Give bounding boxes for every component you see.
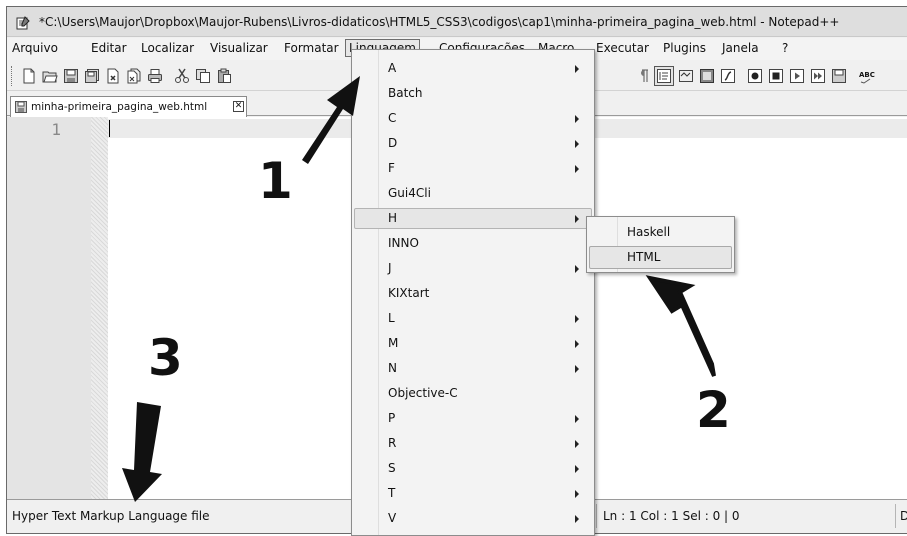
callout-number-2: 2 [696, 381, 731, 439]
callout-arrow-2 [645, 275, 716, 377]
callout-arrow-3 [122, 402, 162, 502]
callout-arrow-1 [302, 76, 360, 164]
annotation-arrows [122, 76, 716, 502]
callout-number-3: 3 [148, 329, 183, 387]
callout-number-1: 1 [258, 152, 293, 210]
